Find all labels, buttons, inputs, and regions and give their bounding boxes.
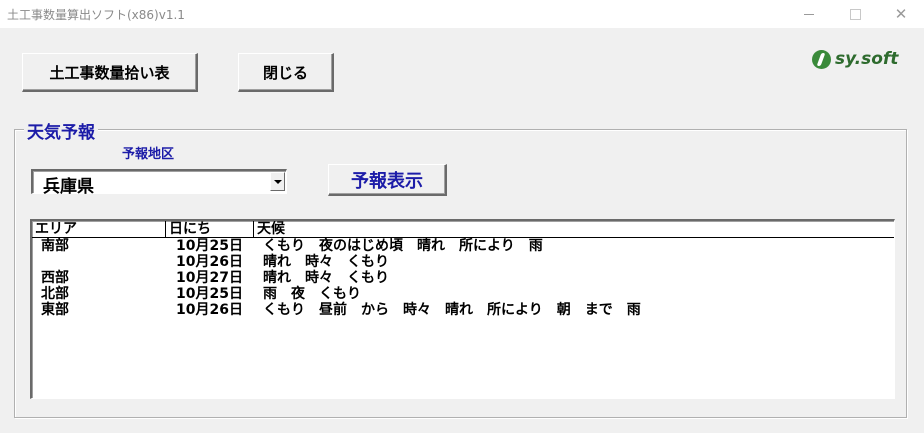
list-item[interactable]: 10月26日 晴れ 時々 くもり (32, 254, 894, 270)
forecast-list[interactable]: エリア 日にち 天候 南部 10月25日 くもり 夜のはじめ頃 晴れ 所により … (30, 219, 895, 399)
close-window-button[interactable]: ✕ (878, 0, 924, 28)
region-select-value: 兵庫県 (43, 177, 94, 197)
row-weather: 晴れ 時々 くもり (263, 270, 389, 286)
column-header-weather[interactable]: 天候 (254, 221, 854, 237)
window-title: 土工事数量算出ソフト(x86)v1.1 (7, 8, 185, 22)
show-forecast-button[interactable]: 予報表示 (328, 164, 447, 196)
list-item[interactable]: 西部 10月27日 晴れ 時々 くもり (32, 270, 894, 286)
row-area: 南部 (41, 238, 69, 254)
logo-icon (812, 49, 831, 69)
minimize-icon (804, 13, 814, 15)
row-area: 北部 (41, 286, 69, 302)
column-header-area[interactable]: エリア (32, 221, 166, 237)
row-date: 10月25日 (176, 286, 243, 302)
minimize-button[interactable] (786, 0, 832, 28)
row-weather: 晴れ 時々 くもり (263, 254, 389, 270)
list-item[interactable]: 北部 10月25日 雨 夜 くもり (32, 286, 894, 302)
weather-group-title: 天気予報 (24, 118, 98, 143)
region-select[interactable]: 兵庫県 (31, 169, 287, 197)
maximize-icon (849, 8, 861, 20)
row-weather: 雨 夜 くもり (263, 286, 361, 302)
row-date: 10月26日 (176, 302, 243, 318)
chevron-down-icon (273, 179, 282, 184)
row-weather: くもり 夜のはじめ頃 晴れ 所により 雨 (263, 238, 543, 254)
close-icon: ✕ (894, 5, 908, 23)
row-area: 東部 (41, 302, 69, 318)
close-button[interactable]: 閉じる (238, 53, 334, 92)
region-label: 予報地区 (122, 147, 175, 162)
row-date: 10月25日 (176, 238, 243, 254)
logo: sy.soft (812, 48, 898, 70)
list-item[interactable]: 南部 10月25日 くもり 夜のはじめ頃 晴れ 所により 雨 (32, 238, 894, 254)
row-date: 10月26日 (176, 254, 243, 270)
earthwork-list-button[interactable]: 土工事数量拾い表 (22, 53, 198, 92)
forecast-list-header: エリア 日にち 天候 (32, 221, 894, 238)
logo-text: sy.soft (835, 49, 899, 69)
list-item[interactable]: 東部 10月26日 くもり 昼前 から 時々 晴れ 所により 朝 まで 雨 (32, 302, 894, 318)
row-area: 西部 (41, 270, 69, 286)
dropdown-button[interactable] (270, 172, 285, 191)
maximize-button[interactable] (832, 0, 878, 28)
column-header-date[interactable]: 日にち (166, 221, 254, 237)
row-weather: くもり 昼前 から 時々 晴れ 所により 朝 まで 雨 (263, 302, 641, 318)
forecast-rows: 南部 10月25日 くもり 夜のはじめ頃 晴れ 所により 雨 10月26日 晴れ… (32, 238, 894, 318)
row-date: 10月27日 (176, 270, 243, 286)
title-bar: 土工事数量算出ソフト(x86)v1.1 ✕ (0, 0, 924, 28)
